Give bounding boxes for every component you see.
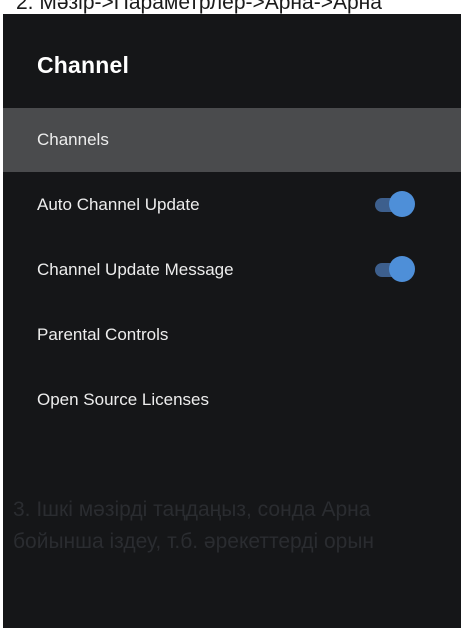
menu-item-label: Channel Update Message (37, 259, 234, 279)
menu-item-channels[interactable]: Channels (3, 108, 461, 172)
channel-menu: Channels Auto Channel Update Channel Upd… (3, 108, 461, 432)
channel-settings-panel: Channel Channels Auto Channel Update Cha… (3, 14, 461, 628)
menu-item-label: Parental Controls (37, 324, 169, 344)
toggle-knob (389, 190, 415, 217)
page-caption: 2. Мәзір->Параметрлер->Арна->Арна (16, 0, 382, 14)
menu-item-parental-controls[interactable]: Parental Controls (3, 302, 461, 367)
menu-item-auto-channel-update[interactable]: Auto Channel Update (3, 172, 461, 237)
auto-channel-update-toggle[interactable] (375, 190, 415, 219)
menu-item-label: Open Source Licenses (37, 389, 209, 409)
panel-title: Channel (37, 52, 130, 78)
background-instruction-line-1: 3. Ішкі мәзірді таңдаңыз, сонда Арна (13, 498, 371, 521)
menu-item-channel-update-message[interactable]: Channel Update Message (3, 237, 461, 302)
channel-update-message-toggle[interactable] (375, 255, 415, 284)
menu-item-label: Channels (37, 130, 109, 149)
menu-item-label: Auto Channel Update (37, 194, 200, 214)
toggle-knob (389, 255, 415, 282)
background-instruction-line-2: бойынша іздеу, т.б. әрекеттерді орын (13, 530, 375, 553)
menu-item-open-source-licenses[interactable]: Open Source Licenses (3, 367, 461, 432)
